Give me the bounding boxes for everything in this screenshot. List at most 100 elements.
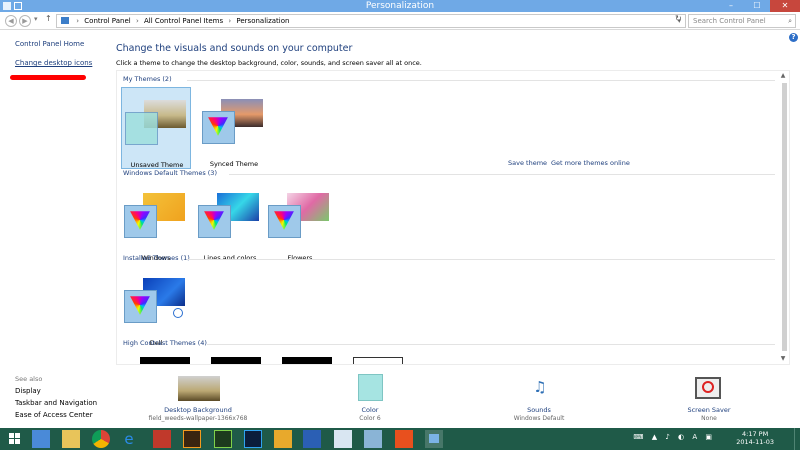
clock-date: 2014-11-03	[736, 438, 774, 446]
theme-color-icon	[124, 290, 157, 323]
taskbar: e ⌨ ▲ ♪ ◐ A ▣ 4:17 PM 2014-11-03	[0, 428, 800, 450]
sounds-link[interactable]: Sounds	[484, 406, 594, 414]
color-swatch	[125, 112, 158, 145]
filezilla-icon[interactable]	[153, 430, 171, 448]
maximize-button[interactable]: ☐	[744, 0, 770, 12]
internet-explorer-icon[interactable]: e	[120, 430, 138, 448]
window-title: Personalization	[365, 1, 435, 11]
high-contrast-thumbnail[interactable]	[282, 357, 332, 364]
sounds-value: Windows Default	[513, 415, 565, 422]
page-subtitle: Click a theme to change the desktop back…	[116, 59, 422, 67]
chrome-icon[interactable]	[92, 430, 110, 448]
dreamweaver-icon[interactable]	[214, 430, 232, 448]
help-icon[interactable]: ?	[789, 33, 798, 42]
theme-color-icon	[202, 111, 235, 144]
divider	[229, 174, 775, 175]
scroll-down-icon[interactable]: ▼	[779, 355, 787, 363]
desktop-background-link[interactable]: Desktop Background	[143, 406, 253, 414]
theme-color-icon	[268, 205, 301, 238]
theme-label: Lines and colors	[203, 254, 257, 262]
see-also-heading: See also	[15, 375, 43, 383]
dell-logo-icon	[173, 308, 183, 318]
theme-color-icon	[198, 205, 231, 238]
taskbar-navigation-link[interactable]: Taskbar and Navigation	[15, 399, 97, 407]
theme-unsaved[interactable]: Unsaved Theme	[121, 87, 191, 169]
theme-dell[interactable]: Dell	[121, 266, 191, 348]
color-link[interactable]: Color	[315, 406, 425, 414]
high-contrast-thumbnail[interactable]	[140, 357, 190, 364]
main-pane: ? Change the visuals and sounds on your …	[106, 30, 800, 428]
divider	[187, 259, 775, 260]
high-contrast-white-thumbnail[interactable]	[353, 357, 403, 364]
clock[interactable]: 4:17 PM 2014-11-03	[736, 430, 774, 446]
path-separator-icon: ›	[228, 17, 232, 25]
screen-saver-icon	[695, 377, 721, 399]
breadcrumb-personalization[interactable]: Personalization	[236, 15, 289, 27]
theme-label: Flowers	[287, 254, 313, 262]
search-icon[interactable]: ⌕	[788, 15, 792, 27]
start-button[interactable]	[6, 430, 24, 448]
address-field[interactable]: › Control Panel › All Control Panel Item…	[56, 14, 686, 28]
notes-icon[interactable]	[364, 430, 382, 448]
system-tray[interactable]: ⌨ ▲ ♪ ◐ A ▣	[633, 433, 715, 441]
scrollbar-thumb[interactable]	[782, 83, 787, 351]
media-player-icon[interactable]	[395, 430, 413, 448]
refresh-icon[interactable]: ↻	[675, 14, 682, 23]
installed-themes-header: Installed Themes (1)	[123, 254, 190, 262]
my-themes-header: My Themes (2)	[123, 75, 172, 83]
document-icon[interactable]	[334, 430, 352, 448]
control-panel-home-link[interactable]: Control Panel Home	[15, 40, 84, 48]
left-pane: Control Panel Home Change desktop icons …	[0, 30, 105, 428]
clock-time: 4:17 PM	[742, 430, 769, 438]
ease-of-access-link[interactable]: Ease of Access Center	[15, 411, 93, 419]
breadcrumb-all-items[interactable]: All Control Panel Items	[144, 15, 223, 27]
background-thumbnail	[178, 376, 220, 401]
address-bar: ◀ ▶ ▾ ↑ › Control Panel › All Control Pa…	[0, 12, 800, 30]
screen-saver-link[interactable]: Screen Saver	[654, 406, 764, 414]
divider	[187, 80, 775, 81]
breadcrumb-control-panel[interactable]: Control Panel	[84, 15, 130, 27]
file-explorer-icon[interactable]	[62, 430, 80, 448]
theme-list[interactable]: My Themes (2) Unsaved Theme Synced Theme…	[116, 70, 790, 365]
control-panel-icon	[61, 17, 69, 24]
screen-saver-value: None	[701, 415, 717, 422]
recent-dropdown-icon[interactable]: ▾	[34, 15, 38, 23]
change-desktop-icons-link[interactable]: Change desktop icons	[15, 59, 92, 67]
theme-synced[interactable]: Synced Theme	[199, 87, 269, 169]
page-title: Change the visuals and sounds on your co…	[116, 43, 353, 54]
no-symbol-icon	[702, 381, 714, 393]
photoshop-icon[interactable]	[244, 430, 262, 448]
title-bar: Personalization – ☐ ✕	[0, 0, 800, 12]
back-button[interactable]: ◀	[5, 15, 17, 27]
display-link[interactable]: Display	[15, 387, 41, 395]
get-more-themes-link[interactable]: Get more themes online	[551, 159, 630, 167]
theme-label: Unsaved Theme	[130, 161, 184, 169]
color-value: Color 6	[359, 415, 381, 422]
computer-icon[interactable]	[32, 430, 50, 448]
redacted-link	[10, 75, 86, 80]
show-desktop-button[interactable]	[794, 428, 800, 450]
color-swatch	[358, 374, 383, 401]
desktop-background-value: field_weeds-wallpaper-1366x768	[148, 415, 248, 422]
path-separator-icon: ›	[135, 17, 139, 25]
forward-button[interactable]: ▶	[19, 15, 31, 27]
default-themes-header: Windows Default Themes (3)	[123, 169, 217, 177]
control-panel-taskbar-button[interactable]	[425, 430, 443, 448]
high-contrast-header: High Contrast Themes (4)	[123, 339, 207, 347]
up-arrow-icon[interactable]: ↑	[45, 14, 52, 23]
theme-color-icon	[124, 205, 157, 238]
outlook-icon[interactable]	[274, 430, 292, 448]
word-icon[interactable]	[303, 430, 321, 448]
search-placeholder: Search Control Panel	[693, 17, 766, 25]
search-input[interactable]: Search Control Panel ⌕	[688, 14, 796, 28]
path-separator-icon: ›	[76, 17, 80, 25]
high-contrast-thumbnail[interactable]	[211, 357, 261, 364]
minimize-button[interactable]: –	[718, 0, 744, 12]
theme-flowers[interactable]: Flowers	[265, 181, 335, 263]
scroll-up-icon[interactable]: ▲	[779, 72, 787, 80]
illustrator-icon[interactable]	[183, 430, 201, 448]
save-theme-link[interactable]: Save theme	[508, 159, 547, 167]
theme-lines-colors[interactable]: Lines and colors	[195, 181, 265, 263]
theme-windows[interactable]: Windows	[121, 181, 191, 263]
close-button[interactable]: ✕	[770, 0, 800, 12]
